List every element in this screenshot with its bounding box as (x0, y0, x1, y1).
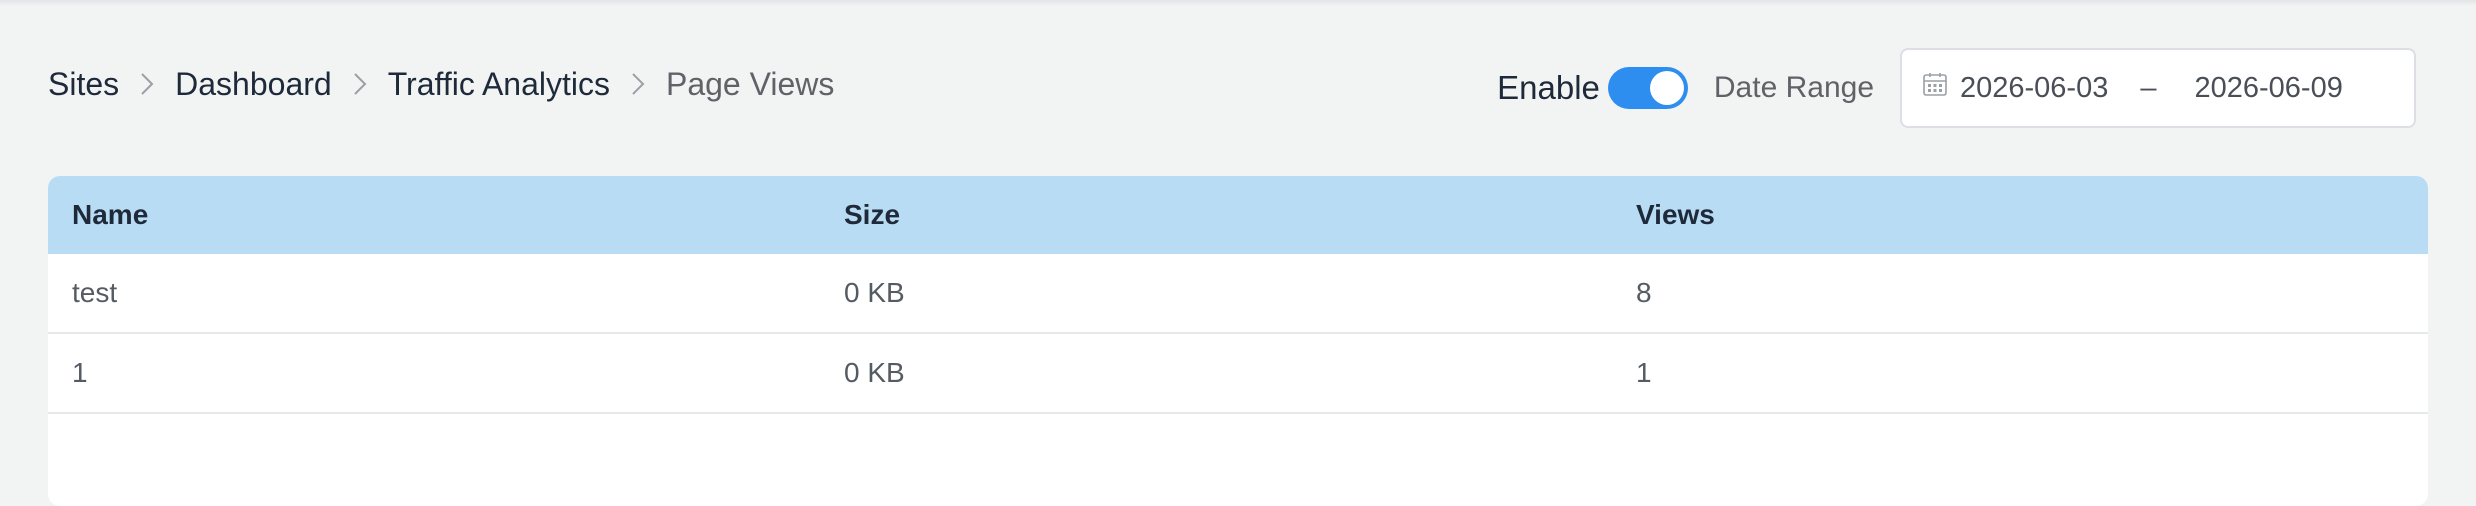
breadcrumb-item-traffic-analytics[interactable]: Traffic Analytics (388, 66, 610, 103)
cell-views: 8 (1636, 277, 1652, 308)
date-end-value[interactable]: 2026-06-09 (2194, 72, 2342, 105)
toolbar-controls: Enable Date Range 2026-06-03 – 2026-06-0… (1497, 48, 2416, 128)
breadcrumb: Sites Dashboard Traffic Analytics Page V… (48, 62, 834, 106)
table-row[interactable]: test 0 KB 8 (48, 254, 2428, 334)
date-range-label: Date Range (1713, 71, 1874, 104)
table-header: Name Size Views (48, 176, 2428, 254)
table-row[interactable]: 1 0 KB 1 (48, 334, 2428, 414)
cell-size: 0 KB (844, 277, 905, 308)
breadcrumb-item-dashboard[interactable]: Dashboard (175, 66, 332, 103)
cell-name: test (72, 277, 118, 308)
chevron-right-icon (119, 62, 175, 106)
chevron-right-icon (332, 62, 388, 106)
chevron-right-icon (610, 62, 666, 106)
cell-views: 1 (1636, 357, 1652, 388)
date-separator: – (2140, 71, 2157, 104)
calendar-icon (1922, 71, 1960, 105)
enable-label: Enable (1497, 69, 1600, 106)
breadcrumb-item-sites[interactable]: Sites (48, 66, 119, 103)
date-range-picker[interactable]: 2026-06-03 – 2026-06-09 (1900, 48, 2416, 128)
column-header-name[interactable]: Name (48, 199, 844, 231)
toggle-knob (1649, 71, 1684, 105)
enable-toggle[interactable] (1607, 67, 1688, 109)
top-shadow (0, 0, 2476, 6)
column-header-size[interactable]: Size (844, 199, 1636, 231)
column-header-views[interactable]: Views (1636, 199, 2428, 231)
cell-size: 0 KB (844, 357, 905, 388)
data-table: Name Size Views test 0 KB 8 1 0 KB 1 (48, 176, 2428, 506)
date-start-value[interactable]: 2026-06-03 (1960, 72, 2108, 105)
cell-name: 1 (72, 357, 88, 388)
breadcrumb-current-page: Page Views (665, 65, 835, 102)
